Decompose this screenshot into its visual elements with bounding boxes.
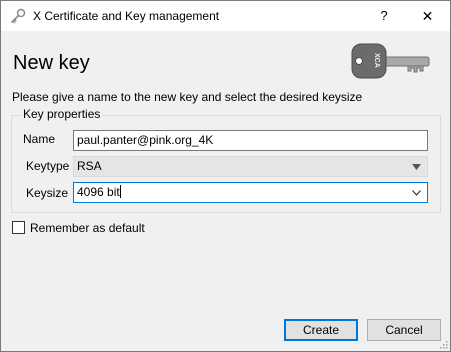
create-button[interactable]: Create	[284, 319, 358, 341]
remember-default-label[interactable]: Remember as default	[30, 221, 145, 235]
keytype-select-value: RSA	[77, 159, 102, 173]
dialog-window: X Certificate and Key management ? ✕ New…	[0, 0, 451, 352]
chevron-down-icon	[412, 190, 421, 196]
keysize-label: Keysize	[26, 186, 69, 200]
key-illustration: XCA	[351, 43, 430, 79]
certificate-key-icon	[10, 8, 26, 24]
name-field-value: paul.panter@pink.org_4K	[77, 133, 214, 147]
window-title: X Certificate and Key management	[33, 9, 220, 23]
svg-text:XCA: XCA	[373, 53, 380, 68]
resize-grip-icon[interactable]	[438, 339, 448, 349]
title-bar[interactable]: X Certificate and Key management ? ✕	[1, 1, 450, 31]
dropdown-arrow-icon	[412, 164, 421, 170]
help-button[interactable]: ?	[369, 1, 399, 31]
cancel-button[interactable]: Cancel	[367, 319, 441, 341]
keysize-select-value: 4096 bit	[77, 185, 120, 199]
description-text: Please give a name to the new key and se…	[12, 90, 363, 104]
remember-default-checkbox[interactable]	[12, 221, 25, 234]
name-field[interactable]: paul.panter@pink.org_4K	[73, 130, 428, 151]
name-label: Name	[23, 132, 56, 146]
close-icon: ✕	[421, 8, 434, 24]
key-properties-title: Key properties	[21, 107, 103, 121]
close-button[interactable]: ✕	[405, 1, 450, 31]
keysize-select[interactable]: 4096 bit	[73, 182, 428, 203]
keytype-select[interactable]: RSA	[73, 156, 428, 177]
keytype-label: Keytype	[26, 159, 70, 173]
page-title: New key	[13, 52, 90, 74]
text-caret	[119, 185, 121, 198]
